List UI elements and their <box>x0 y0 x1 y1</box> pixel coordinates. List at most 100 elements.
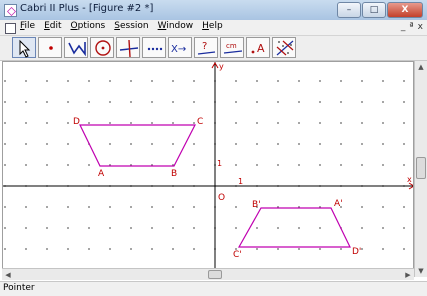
grid-dot <box>46 164 48 166</box>
cabri-app-icon[interactable] <box>4 4 17 17</box>
grid-dot <box>151 143 153 145</box>
grid-dot <box>361 101 363 103</box>
grid-dot <box>361 80 363 82</box>
grid-dot <box>319 101 321 103</box>
menu-file[interactable]: File <box>20 21 35 31</box>
grid-dot <box>151 122 153 124</box>
doc-close-button[interactable]: x <box>418 22 423 32</box>
grid-dot <box>403 80 405 82</box>
grid-dot <box>4 206 6 208</box>
menu-window[interactable]: Window <box>158 21 194 31</box>
tool-measure[interactable]: cm <box>220 37 244 58</box>
grid-dot <box>193 80 195 82</box>
menu-help[interactable]: Help <box>202 21 223 31</box>
tool-polygon[interactable] <box>64 37 88 58</box>
close-button[interactable]: X <box>387 2 423 18</box>
grid-dot <box>4 122 6 124</box>
grid-dot <box>319 164 321 166</box>
menu-session[interactable]: Session <box>114 21 148 31</box>
grid-dot <box>25 101 27 103</box>
text-label-icon: A <box>251 42 265 55</box>
grid-dot <box>298 101 300 103</box>
vertex-label-c: C <box>197 117 203 127</box>
polygon-abcd[interactable] <box>79 124 196 167</box>
tool-locus[interactable] <box>142 37 166 58</box>
grid-dot <box>403 248 405 250</box>
grid-dot <box>130 80 132 82</box>
minimize-button[interactable]: – <box>337 2 361 18</box>
svg-text:A: A <box>257 42 265 55</box>
tool-pointer[interactable] <box>12 37 36 58</box>
tool-check-property[interactable]: ? <box>194 37 218 58</box>
grid-dot <box>88 122 90 124</box>
grid-dot <box>382 143 384 145</box>
grid-dot <box>382 164 384 166</box>
distance-cm-icon: cm <box>223 42 243 54</box>
scroll-up-icon[interactable]: ▲ <box>417 63 425 71</box>
scroll-right-icon[interactable]: ▶ <box>404 271 412 279</box>
grid-dot <box>298 143 300 145</box>
perpendicular-line-icon <box>119 39 139 58</box>
figure-svg[interactable]: x y O 1 1 D C A B A' B' C' D' <box>3 62 414 277</box>
scroll-down-icon[interactable]: ▼ <box>417 267 425 275</box>
horizontal-scrollbar[interactable]: ◀ ▶ <box>2 268 414 280</box>
menu-options[interactable]: Options <box>71 21 106 31</box>
grid-dot <box>319 80 321 82</box>
toolbar: X→ ? cm A <box>0 36 427 61</box>
grid-dot <box>361 143 363 145</box>
vertical-scrollbar[interactable]: ▲ ▼ <box>414 61 427 277</box>
status-text: Pointer <box>3 283 35 293</box>
grid-dot <box>235 122 237 124</box>
grid-dot <box>151 80 153 82</box>
grid-dot <box>256 164 258 166</box>
doc-minimize-button[interactable]: _ <box>401 22 406 32</box>
tool-attributes[interactable] <box>272 37 296 58</box>
grid-dot <box>193 206 195 208</box>
horizontal-scroll-thumb[interactable] <box>208 270 222 279</box>
vertical-scroll-thumb[interactable] <box>416 157 426 179</box>
grid-dot <box>151 101 153 103</box>
vertex-label-b-prime: B' <box>252 200 261 210</box>
grid-dot <box>235 227 237 229</box>
figure-canvas[interactable]: x y O 1 1 D C A B A' B' C' D' <box>2 61 414 277</box>
scroll-left-icon[interactable]: ◀ <box>4 271 12 279</box>
tool-transform[interactable]: X→ <box>168 37 192 58</box>
grid-dot <box>4 143 6 145</box>
maximize-button[interactable]: □ <box>362 2 386 18</box>
grid-dot <box>235 206 237 208</box>
vertex-label-c-prime: C' <box>233 250 242 260</box>
grid-dot <box>67 101 69 103</box>
tool-perpendicular[interactable] <box>116 37 140 58</box>
vertex-label-d-prime: D' <box>352 247 361 257</box>
tool-point[interactable] <box>38 37 62 58</box>
grid-dot <box>277 143 279 145</box>
menu-edit[interactable]: Edit <box>44 21 61 31</box>
tool-text[interactable]: A <box>246 37 270 58</box>
polygon-icon <box>68 42 86 57</box>
grid-dot <box>403 101 405 103</box>
grid-dot <box>46 143 48 145</box>
grid-dot <box>172 248 174 250</box>
grid-dot <box>109 122 111 124</box>
doc-restore-button[interactable]: ª <box>409 22 413 32</box>
grid-dot <box>403 164 405 166</box>
grid-dot <box>109 80 111 82</box>
grid-dot <box>4 80 6 82</box>
grid-dot <box>172 101 174 103</box>
grid-dot <box>151 248 153 250</box>
grid-dot <box>256 80 258 82</box>
grid-dot <box>130 206 132 208</box>
grid-dot <box>361 122 363 124</box>
grid-dot <box>67 206 69 208</box>
grid-dot <box>46 101 48 103</box>
vertex-label-a-prime: A' <box>334 199 343 209</box>
grid-dot <box>130 248 132 250</box>
grid-dot <box>88 80 90 82</box>
tool-circle[interactable] <box>90 37 114 58</box>
polygon-a-prime-b-prime-c-prime-d-prime[interactable] <box>237 207 351 248</box>
grid-dot <box>361 227 363 229</box>
grid-dot <box>277 227 279 229</box>
grid-dot <box>172 80 174 82</box>
grid-dot <box>235 101 237 103</box>
document-icon[interactable] <box>5 23 16 34</box>
